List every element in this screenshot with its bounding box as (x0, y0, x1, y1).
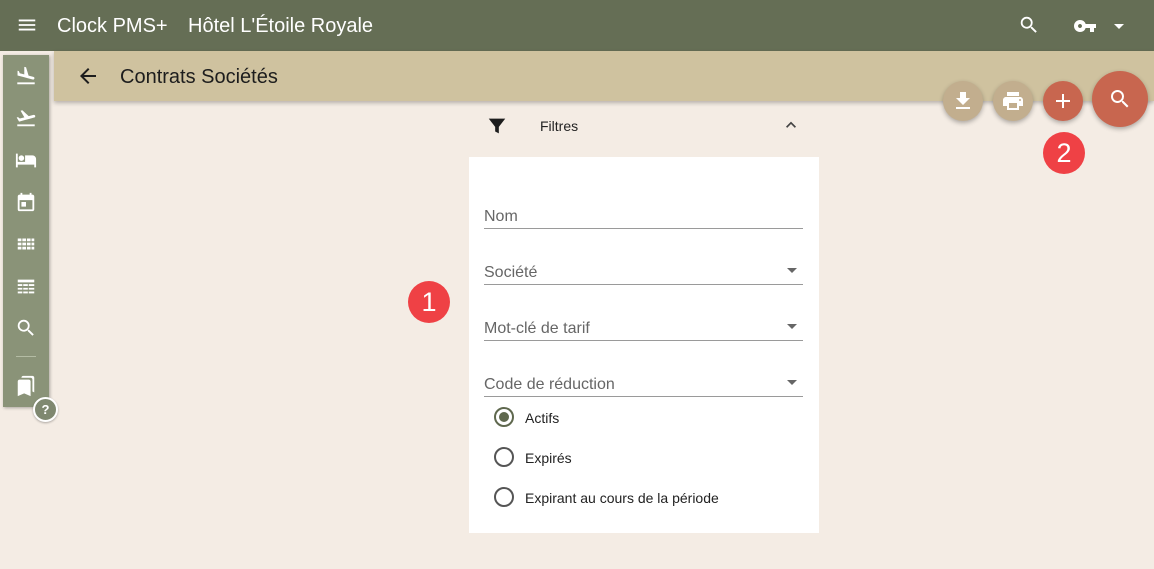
dropdown-arrow-icon (787, 380, 797, 385)
annotation-marker-2: 2 (1043, 132, 1085, 174)
app-name: Clock PMS+ (57, 15, 168, 37)
page-header: Contrats Sociétés (54, 51, 1154, 101)
search-icon[interactable] (1018, 14, 1040, 41)
name-field[interactable]: Nom (484, 173, 803, 229)
company-select-label: Société (484, 264, 538, 281)
print-button[interactable] (993, 81, 1033, 121)
search-button[interactable] (1092, 71, 1148, 127)
add-icon (1056, 94, 1070, 108)
discount-code-select[interactable]: Code de réduction (484, 341, 803, 397)
grid-icon[interactable] (15, 233, 37, 255)
arrow-left-icon[interactable] (76, 64, 100, 93)
name-field-label: Nom (484, 208, 518, 225)
bookmarks-icon[interactable] (15, 375, 37, 397)
flight-takeoff-icon[interactable] (15, 107, 37, 129)
key-icon[interactable] (1073, 14, 1097, 43)
caret-down-icon[interactable] (1109, 14, 1129, 43)
radio-unchecked-icon[interactable] (494, 447, 514, 467)
filter-icon (486, 115, 508, 142)
search-icon[interactable] (15, 317, 37, 339)
radio-checked-icon[interactable] (494, 407, 514, 427)
dropdown-arrow-icon (787, 268, 797, 273)
flight-land-icon[interactable] (15, 65, 37, 87)
rate-keyword-select-label: Mot-clé de tarif (484, 320, 590, 337)
page-title: Contrats Sociétés (120, 66, 278, 88)
filters-label: Filtres (540, 118, 579, 134)
search-icon (1111, 90, 1129, 108)
sidebar-divider (16, 356, 36, 357)
table-view-icon[interactable] (15, 275, 37, 297)
hotel-bed-icon[interactable] (15, 149, 37, 171)
print-icon (1003, 92, 1023, 110)
dropdown-arrow-icon (787, 324, 797, 329)
radio-active-label: Actifs (525, 410, 560, 426)
download-icon (956, 92, 970, 109)
filters-panel: Nom Société Mot-clé de tarif Code de réd… (469, 157, 819, 533)
annotation-marker-1: 1 (408, 281, 450, 323)
radio-unchecked-icon[interactable] (494, 487, 514, 507)
rate-keyword-select[interactable]: Mot-clé de tarif (484, 285, 803, 341)
help-button[interactable]: ? (33, 397, 58, 422)
calendar-icon[interactable] (15, 191, 37, 213)
discount-code-select-label: Code de réduction (484, 376, 615, 393)
download-button[interactable] (943, 81, 983, 121)
chevron-up-icon[interactable] (781, 115, 801, 140)
company-select[interactable]: Société (484, 229, 803, 285)
add-button[interactable] (1043, 81, 1083, 121)
radio-expired-label: Expirés (525, 450, 572, 466)
filters-header[interactable]: Filtres (469, 104, 819, 148)
radio-expiring-label: Expirant au cours de la période (525, 490, 719, 506)
menu-icon[interactable] (16, 14, 38, 36)
sidebar (3, 55, 49, 407)
top-app-bar: Clock PMS+ Hôtel L'Étoile Royale (0, 0, 1154, 51)
hotel-name[interactable]: Hôtel L'Étoile Royale (188, 14, 373, 38)
